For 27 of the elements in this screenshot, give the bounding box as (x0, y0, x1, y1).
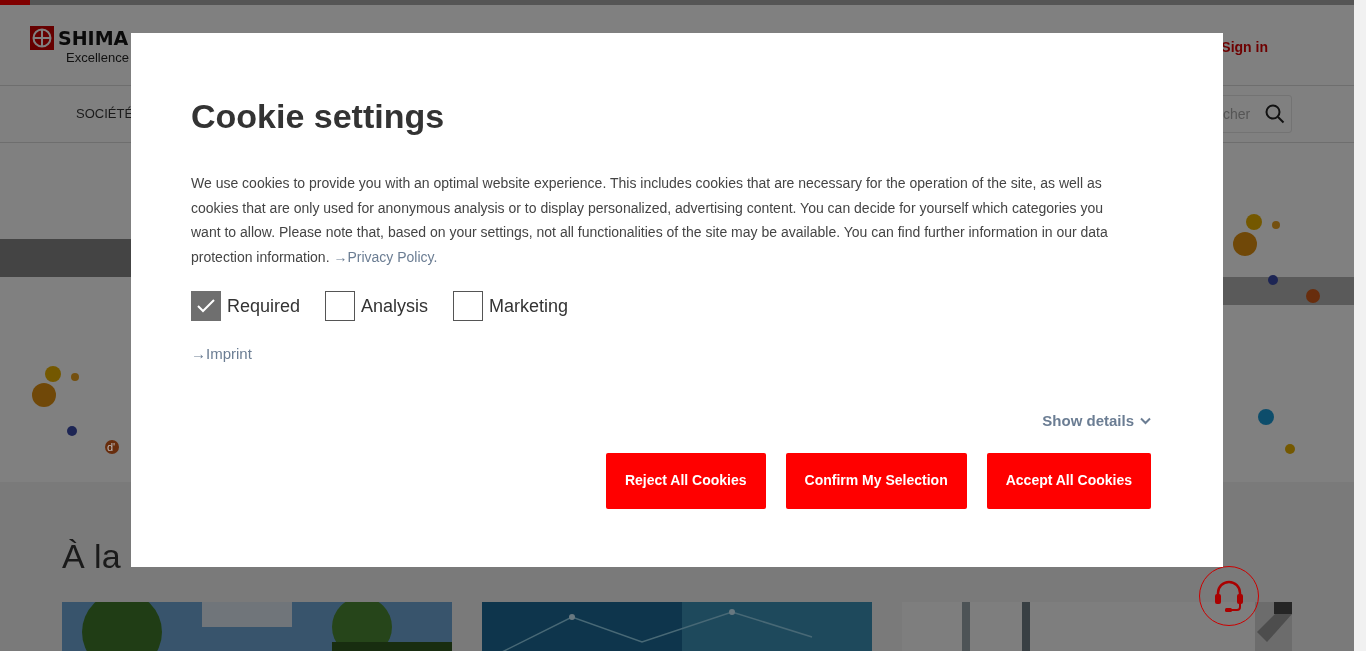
checkbox[interactable] (191, 291, 221, 321)
accent-bar (0, 0, 30, 5)
chevron-icon (1140, 417, 1151, 426)
logo-icon (30, 26, 54, 50)
checkmark-icon (197, 299, 215, 313)
imprint-link[interactable]: →Imprint (191, 343, 252, 366)
nav-link[interactable]: SOCIÉTÉ (76, 104, 134, 124)
headset-icon (1213, 579, 1245, 613)
dialog-title: Cookie settings (191, 96, 446, 137)
show-details-link[interactable]: Show details (1042, 410, 1151, 433)
search-icon[interactable] (1265, 104, 1285, 124)
cookie-button[interactable]: Reject All Cookies (605, 452, 766, 509)
section-heading: À la (62, 536, 122, 577)
checkbox[interactable] (453, 291, 484, 321)
sign-in-link[interactable]: Sign in (1221, 37, 1268, 58)
logo-text[interactable]: SHIMA (58, 27, 129, 49)
checkbox-label: Analysis (361, 294, 429, 318)
checkbox[interactable] (325, 291, 356, 321)
tagline: Excellence (66, 50, 129, 66)
cookie-button[interactable]: Confirm My Selection (785, 452, 967, 509)
dot-label: d' (107, 441, 116, 453)
checkbox-label: Marketing (489, 294, 569, 318)
cookie-description: We use cookies to provide you with an optimal website experience. This includes cookies that are necessary for the operation of the site, as well as cookies that are only used for anonymous analysis or to display personalized, advertising content. You can decide for yourself which categories you want to allow. Please note that, based on your settings, not all functionalities of the site may be available. You can find further information in our data protection information. →Privacy Policy. (191, 174, 1109, 267)
scrollbar[interactable] (1354, 0, 1366, 651)
checkbox-label: Required (227, 294, 301, 318)
privacy-policy-link[interactable]: →Privacy Policy. (333, 248, 438, 265)
cookie-button[interactable]: Accept All Cookies (986, 452, 1151, 509)
